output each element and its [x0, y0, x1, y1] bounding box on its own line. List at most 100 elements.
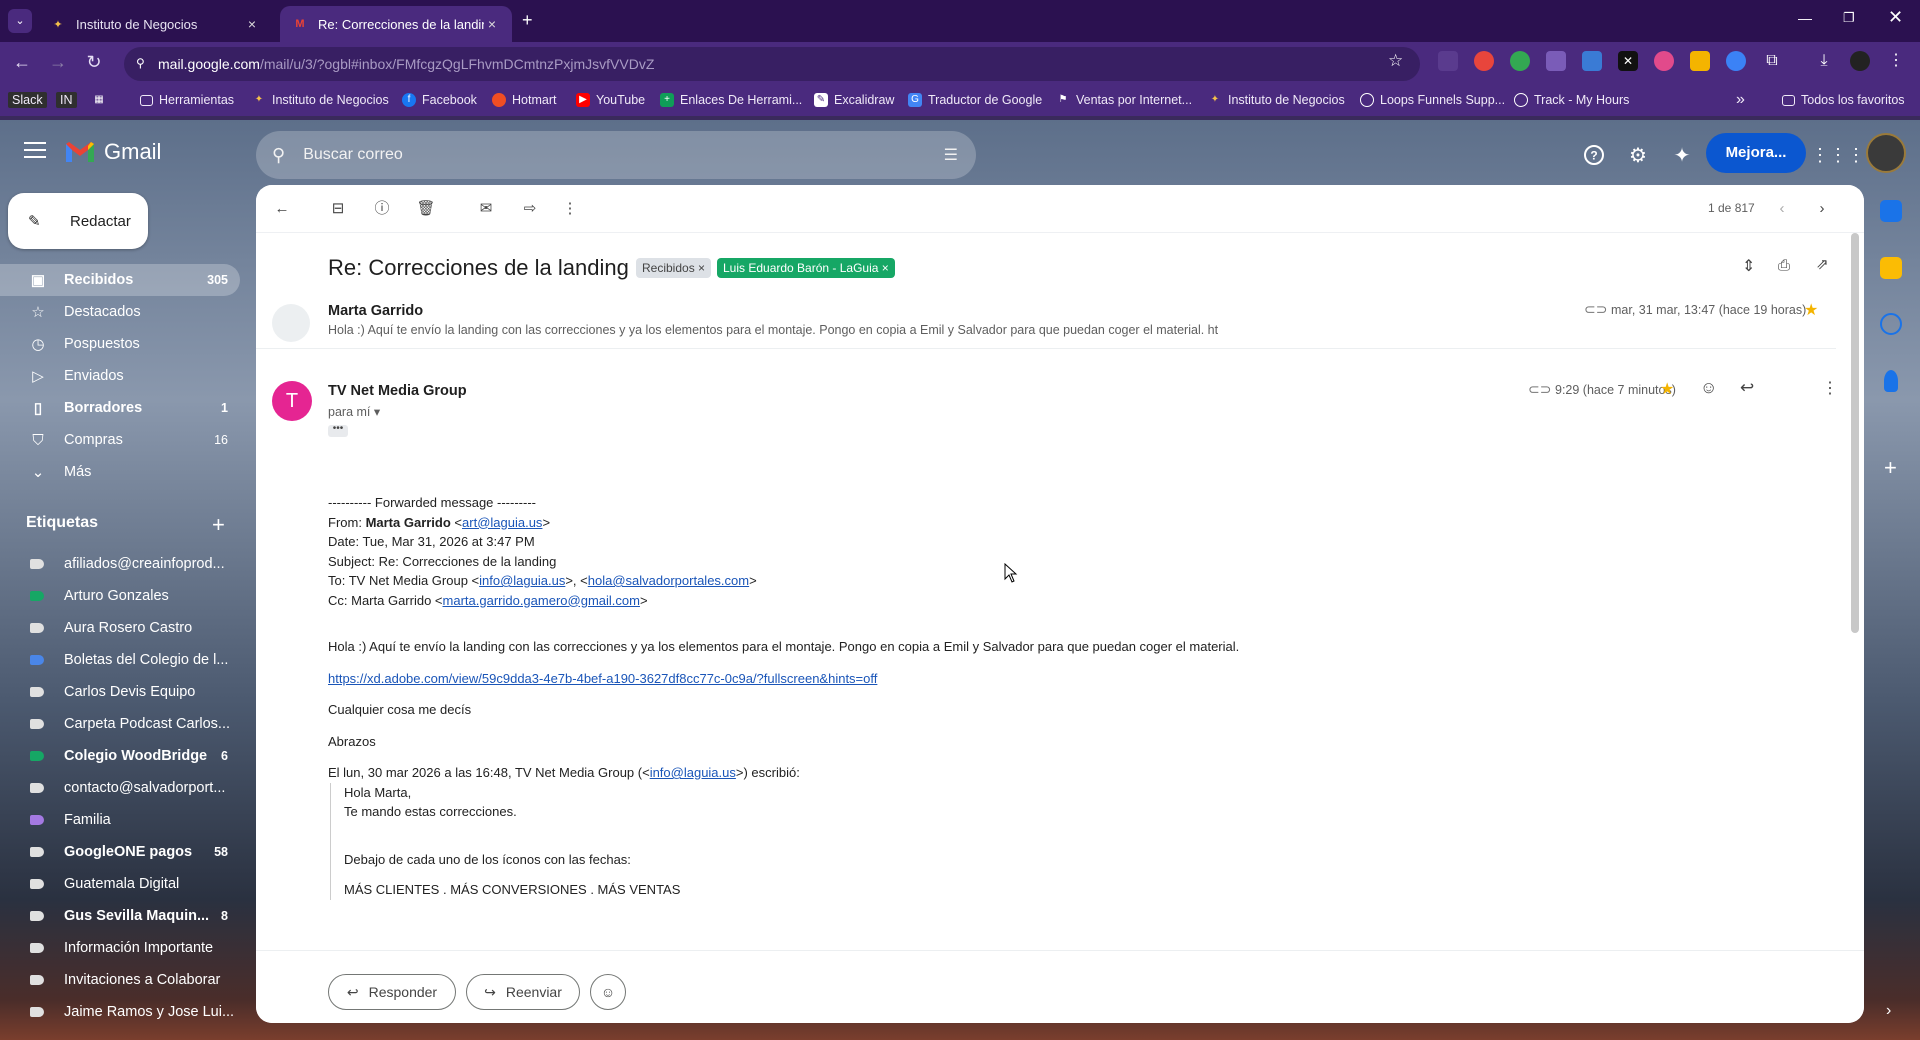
- label-item[interactable]: Jaime Ramos y Jose Lui...: [0, 996, 240, 1028]
- browser-menu-icon[interactable]: ⋮: [1886, 51, 1906, 71]
- extension-toggle-icon[interactable]: [1726, 51, 1746, 71]
- quote-email-link[interactable]: info@laguia.us: [650, 765, 736, 780]
- label-item[interactable]: Familia: [0, 804, 240, 836]
- extensions-puzzle-icon[interactable]: ⧉: [1762, 51, 1782, 71]
- extension-picker-icon[interactable]: [1546, 51, 1566, 71]
- label-item[interactable]: Carpeta Podcast Carlos...: [0, 708, 240, 740]
- starred-icon[interactable]: ★: [1660, 379, 1674, 399]
- label-item[interactable]: Información Importante: [0, 932, 240, 964]
- settings-gear-icon[interactable]: ⚙: [1624, 141, 1652, 169]
- main-menu-icon[interactable]: [24, 142, 46, 160]
- close-window-button[interactable]: ✕: [1888, 7, 1903, 28]
- reload-icon[interactable]: ↻: [82, 50, 106, 74]
- browser-tab-gmail[interactable]: M Re: Correcciones de la landing ×: [280, 6, 512, 42]
- bookmarks-overflow-icon[interactable]: »: [1736, 91, 1745, 109]
- search-bar[interactable]: ⚲ Buscar correo ☰: [256, 131, 976, 179]
- to-email-link[interactable]: info@laguia.us: [479, 573, 565, 588]
- sidebar-item-enviados[interactable]: ▷ Enviados: [0, 360, 240, 392]
- url-bar[interactable]: mail.google.com/mail/u/3/?ogbl#inbox/FMf…: [124, 47, 1420, 81]
- archive-icon[interactable]: ⊟: [328, 199, 348, 219]
- site-info-icon[interactable]: ⚲: [136, 56, 145, 70]
- newer-icon[interactable]: ‹: [1772, 199, 1792, 219]
- label-item[interactable]: Guatemala Digital: [0, 868, 240, 900]
- bookmark-apps[interactable]: ▦: [92, 91, 112, 109]
- inbox-label-chip[interactable]: Recibidos ×: [636, 258, 712, 278]
- sidebar-item-recibidos[interactable]: ▣ Recibidos 305: [0, 264, 240, 296]
- keep-icon[interactable]: [1880, 257, 1902, 279]
- collapsed-message[interactable]: Marta Garrido Hola :) Aquí te envío la l…: [256, 297, 1836, 349]
- new-tab-button[interactable]: +: [522, 10, 533, 31]
- bookmark-ventas[interactable]: ⚑ Ventas por Internet...: [1056, 91, 1193, 109]
- bookmark-all-favorites[interactable]: Todos los favoritos: [1782, 91, 1905, 109]
- label-item[interactable]: afiliados@creainfoprod...: [0, 548, 240, 580]
- add-addon-icon[interactable]: +: [1884, 455, 1897, 481]
- add-label-icon[interactable]: +: [212, 512, 225, 538]
- gmail-logo[interactable]: Gmail: [64, 139, 161, 165]
- sidebar-item-destacados[interactable]: ☆ Destacados: [0, 296, 240, 328]
- extension-tag-icon[interactable]: [1582, 51, 1602, 71]
- from-email-link[interactable]: art@laguia.us: [462, 515, 542, 530]
- search-input[interactable]: Buscar correo: [303, 146, 943, 164]
- restore-window-button[interactable]: ❐: [1843, 10, 1855, 26]
- bookmark-traductor[interactable]: G Traductor de Google: [908, 91, 1042, 109]
- back-icon[interactable]: ←: [10, 50, 34, 74]
- profile-avatar-icon[interactable]: [1850, 51, 1870, 71]
- google-apps-grid-icon[interactable]: ⋮⋮⋮: [1811, 141, 1865, 169]
- emoji-react-icon[interactable]: ☺: [1700, 378, 1717, 398]
- extension-chrome-icon[interactable]: [1474, 51, 1494, 71]
- reply-icon[interactable]: ↩: [1740, 378, 1754, 398]
- bookmark-excalidraw[interactable]: ✎ Excalidraw: [814, 91, 894, 109]
- bookmark-youtube[interactable]: ▶ YouTube: [576, 91, 645, 109]
- compose-button[interactable]: ✎ Redactar: [8, 193, 148, 249]
- remove-label-icon[interactable]: ×: [882, 261, 889, 275]
- minimize-window-button[interactable]: —: [1798, 10, 1812, 26]
- sidebar-item-borradores[interactable]: ▯ Borradores 1: [0, 392, 240, 424]
- calendar-icon[interactable]: [1880, 200, 1902, 222]
- tasks-icon[interactable]: [1880, 313, 1902, 335]
- bookmark-instituto-2[interactable]: ✦ Instituto de Negocios: [1208, 91, 1345, 109]
- close-tab-icon[interactable]: ×: [244, 16, 260, 32]
- label-item[interactable]: Colegio WoodBridge 6: [0, 740, 240, 772]
- extension-1-icon[interactable]: [1438, 51, 1458, 71]
- extension-globe-icon[interactable]: [1510, 51, 1530, 71]
- emoji-button[interactable]: ☺: [590, 974, 626, 1010]
- help-icon[interactable]: ?: [1580, 141, 1608, 169]
- extension-dots-icon[interactable]: [1654, 51, 1674, 71]
- print-icon[interactable]: ⎙: [1778, 257, 1790, 274]
- label-item[interactable]: GoogleONE pagos 58: [0, 836, 240, 868]
- upgrade-button[interactable]: Mejora...: [1706, 133, 1806, 173]
- label-item[interactable]: Boletas del Colegio de l...: [0, 644, 240, 676]
- older-icon[interactable]: ›: [1812, 199, 1832, 219]
- sidebar-item-mas[interactable]: ⌄ Más: [0, 456, 240, 488]
- remove-label-icon[interactable]: ×: [698, 261, 705, 275]
- contacts-icon[interactable]: [1884, 370, 1898, 392]
- starred-icon[interactable]: ★: [1804, 300, 1818, 320]
- forward-icon[interactable]: →: [46, 50, 70, 74]
- gemini-sparkle-icon[interactable]: ✦: [1668, 141, 1696, 169]
- show-trimmed-content-button[interactable]: •••: [328, 424, 348, 437]
- mark-unread-icon[interactable]: ✉: [476, 199, 496, 219]
- label-item[interactable]: Carlos Devis Equipo: [0, 676, 240, 708]
- recipient-dropdown[interactable]: para mí ▾: [328, 404, 380, 419]
- report-spam-icon[interactable]: ⓘ: [372, 199, 392, 219]
- bookmark-star-icon[interactable]: ☆: [1388, 51, 1403, 71]
- bookmark-in[interactable]: IN: [56, 91, 77, 109]
- search-icon[interactable]: ⚲: [272, 145, 285, 166]
- bookmark-enlaces[interactable]: + Enlaces De Herrami...: [660, 91, 802, 109]
- bookmark-slack[interactable]: Slack: [8, 91, 47, 109]
- download-icon[interactable]: ⤓: [1814, 51, 1834, 71]
- label-item[interactable]: Arturo Gonzales: [0, 580, 240, 612]
- message-more-icon[interactable]: ⋮: [1822, 378, 1838, 398]
- search-options-icon[interactable]: ☰: [944, 145, 958, 165]
- bookmark-instituto[interactable]: ✦ Instituto de Negocios: [252, 91, 389, 109]
- delete-icon[interactable]: 🗑: [416, 199, 436, 219]
- label-item[interactable]: contacto@salvadorport...: [0, 772, 240, 804]
- sidebar-item-compras[interactable]: ⛉ Compras 16: [0, 424, 240, 456]
- label-item[interactable]: Aura Rosero Castro: [0, 612, 240, 644]
- reply-button[interactable]: ↩ Responder: [328, 974, 456, 1010]
- more-options-icon[interactable]: ⋮: [560, 199, 580, 219]
- close-tab-icon[interactable]: ×: [484, 16, 500, 32]
- to-email-link[interactable]: hola@salvadorportales.com: [588, 573, 749, 588]
- bookmark-loops[interactable]: Loops Funnels Supp...: [1360, 91, 1505, 109]
- back-to-inbox-icon[interactable]: ←: [272, 199, 292, 219]
